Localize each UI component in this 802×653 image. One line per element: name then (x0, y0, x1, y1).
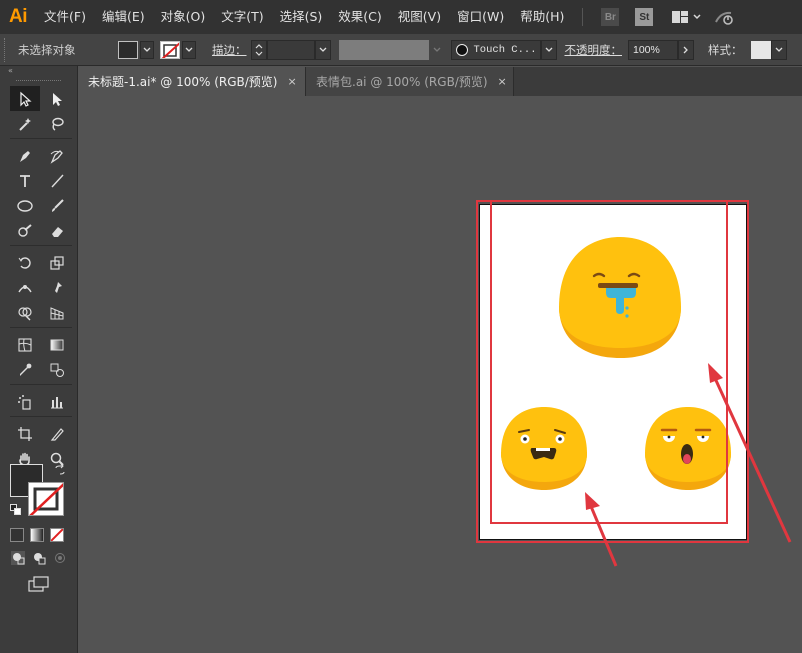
none-mode-button[interactable] (50, 528, 64, 542)
app-logo[interactable]: Ai (0, 0, 36, 34)
lasso-tool-icon[interactable] (42, 111, 72, 136)
ellipse-tool-icon[interactable] (10, 193, 40, 218)
gradient-mode-button[interactable] (30, 528, 44, 542)
fill-dropdown[interactable] (140, 40, 154, 59)
pen-tool-icon[interactable] (10, 143, 40, 168)
gpu-performance-icon[interactable] (713, 7, 741, 27)
tab-label: 表情包.ai @ 100% (RGB/预览) (316, 75, 488, 89)
shape-builder-tool-icon[interactable] (10, 300, 40, 325)
gradient-tool-icon[interactable] (42, 332, 72, 357)
graphic-style-swatch[interactable] (750, 40, 771, 59)
menu-select[interactable]: 选择(S) (272, 0, 331, 34)
eraser-tool-icon[interactable] (42, 218, 72, 243)
shaper-tool-icon[interactable] (10, 218, 40, 243)
menu-view[interactable]: 视图(V) (390, 0, 449, 34)
draw-behind-icon[interactable] (31, 550, 47, 569)
type-tool-icon[interactable] (10, 168, 40, 193)
menu-bar: Ai 文件(F) 编辑(E) 对象(O) 文字(T) 选择(S) 效果(C) 视… (0, 0, 802, 34)
curvature-tool-icon[interactable] (42, 143, 72, 168)
stroke-swatch-large[interactable] (28, 482, 64, 516)
brush-name: Touch C... (473, 43, 537, 56)
close-icon[interactable]: × (288, 75, 297, 88)
rotate-tool-icon[interactable] (10, 250, 40, 275)
menu-divider (582, 8, 584, 26)
fill-color-swatch[interactable] (118, 40, 138, 59)
style-dropdown[interactable] (770, 39, 787, 60)
color-mode-row (10, 528, 64, 542)
tools-collapse-button[interactable]: « (0, 66, 77, 78)
tab-label: 未标题-1.ai* @ 100% (RGB/预览) (88, 75, 278, 89)
selection-tool-icon[interactable] (10, 86, 40, 111)
stroke-weight-label[interactable]: 描边： (212, 42, 247, 58)
control-bar-grip[interactable] (4, 37, 10, 62)
menu-effect[interactable]: 效果(C) (330, 0, 389, 34)
tools-grip[interactable] (16, 80, 61, 84)
stroke-weight-stepper[interactable] (250, 39, 267, 60)
menu-help[interactable]: 帮助(H) (512, 0, 572, 34)
stroke-weight-dropdown[interactable] (314, 39, 331, 60)
opacity-expand-button[interactable] (678, 39, 694, 60)
canvas-area[interactable] (78, 96, 802, 653)
color-mode-button[interactable] (10, 528, 24, 542)
symbol-sprayer-tool-icon[interactable] (10, 389, 40, 414)
drawing-mode-row (10, 550, 68, 569)
stock-button[interactable]: St (635, 8, 654, 26)
stroke-color-swatch[interactable] (160, 40, 180, 59)
selection-status: 未选择对象 (18, 42, 76, 57)
blend-tool-icon[interactable] (42, 357, 72, 382)
default-fill-stroke-icon[interactable] (10, 504, 22, 519)
scale-tool-icon[interactable] (42, 250, 72, 275)
stroke-dropdown[interactable] (182, 40, 196, 59)
artboard-tool-icon[interactable] (10, 421, 40, 446)
width-tool-icon[interactable] (10, 275, 40, 300)
fill-stroke-controls (10, 463, 70, 522)
highlight-box-inner (490, 200, 728, 524)
opacity-label[interactable]: 不透明度： (565, 42, 623, 58)
brush-definition[interactable]: Touch C... (450, 39, 541, 60)
bridge-button[interactable]: Br (601, 8, 620, 26)
line-segment-tool-icon[interactable] (42, 168, 72, 193)
direct-selection-tool-icon[interactable] (42, 86, 72, 111)
profile-dropdown[interactable] (429, 40, 445, 60)
paintbrush-tool-icon[interactable] (42, 193, 72, 218)
close-icon[interactable]: × (498, 75, 507, 88)
style-label: 样式： (708, 42, 743, 57)
screen-mode-icon[interactable] (28, 576, 50, 595)
menu-type[interactable]: 文字(T) (213, 0, 271, 34)
brush-dot-icon (455, 43, 468, 56)
tab-emoji-pack[interactable]: 表情包.ai @ 100% (RGB/预览) × (306, 67, 514, 96)
stroke-weight-input[interactable] (266, 39, 315, 60)
variable-width-profile[interactable] (338, 39, 429, 60)
menu-window[interactable]: 窗口(W) (449, 0, 512, 34)
mesh-tool-icon[interactable] (10, 332, 40, 357)
document-tabs: 未标题-1.ai* @ 100% (RGB/预览) × 表情包.ai @ 100… (78, 67, 802, 96)
opacity-input[interactable]: 100% (628, 39, 678, 60)
menu-file[interactable]: 文件(F) (36, 0, 94, 34)
magic-wand-tool-icon[interactable] (10, 111, 40, 136)
perspective-grid-tool-icon[interactable] (42, 300, 72, 325)
control-bar: 未选择对象 描边： Touch C... 不透明度： 100% 样式： (0, 34, 802, 66)
swap-fill-stroke-icon[interactable] (54, 463, 66, 479)
menu-edit[interactable]: 编辑(E) (94, 0, 153, 34)
puppet-warp-tool-icon[interactable] (42, 275, 72, 300)
eyedropper-tool-icon[interactable] (10, 357, 40, 382)
slice-tool-icon[interactable] (42, 421, 72, 446)
brush-dropdown[interactable] (540, 39, 557, 60)
draw-inside-icon[interactable] (52, 550, 68, 569)
draw-normal-icon[interactable] (10, 550, 26, 569)
tab-untitled-1[interactable]: 未标题-1.ai* @ 100% (RGB/预览) × (78, 67, 306, 96)
column-graph-tool-icon[interactable] (42, 389, 72, 414)
menu-object[interactable]: 对象(O) (153, 0, 214, 34)
workspace-switcher-icon[interactable] (671, 7, 703, 27)
tools-panel: « (0, 66, 78, 653)
